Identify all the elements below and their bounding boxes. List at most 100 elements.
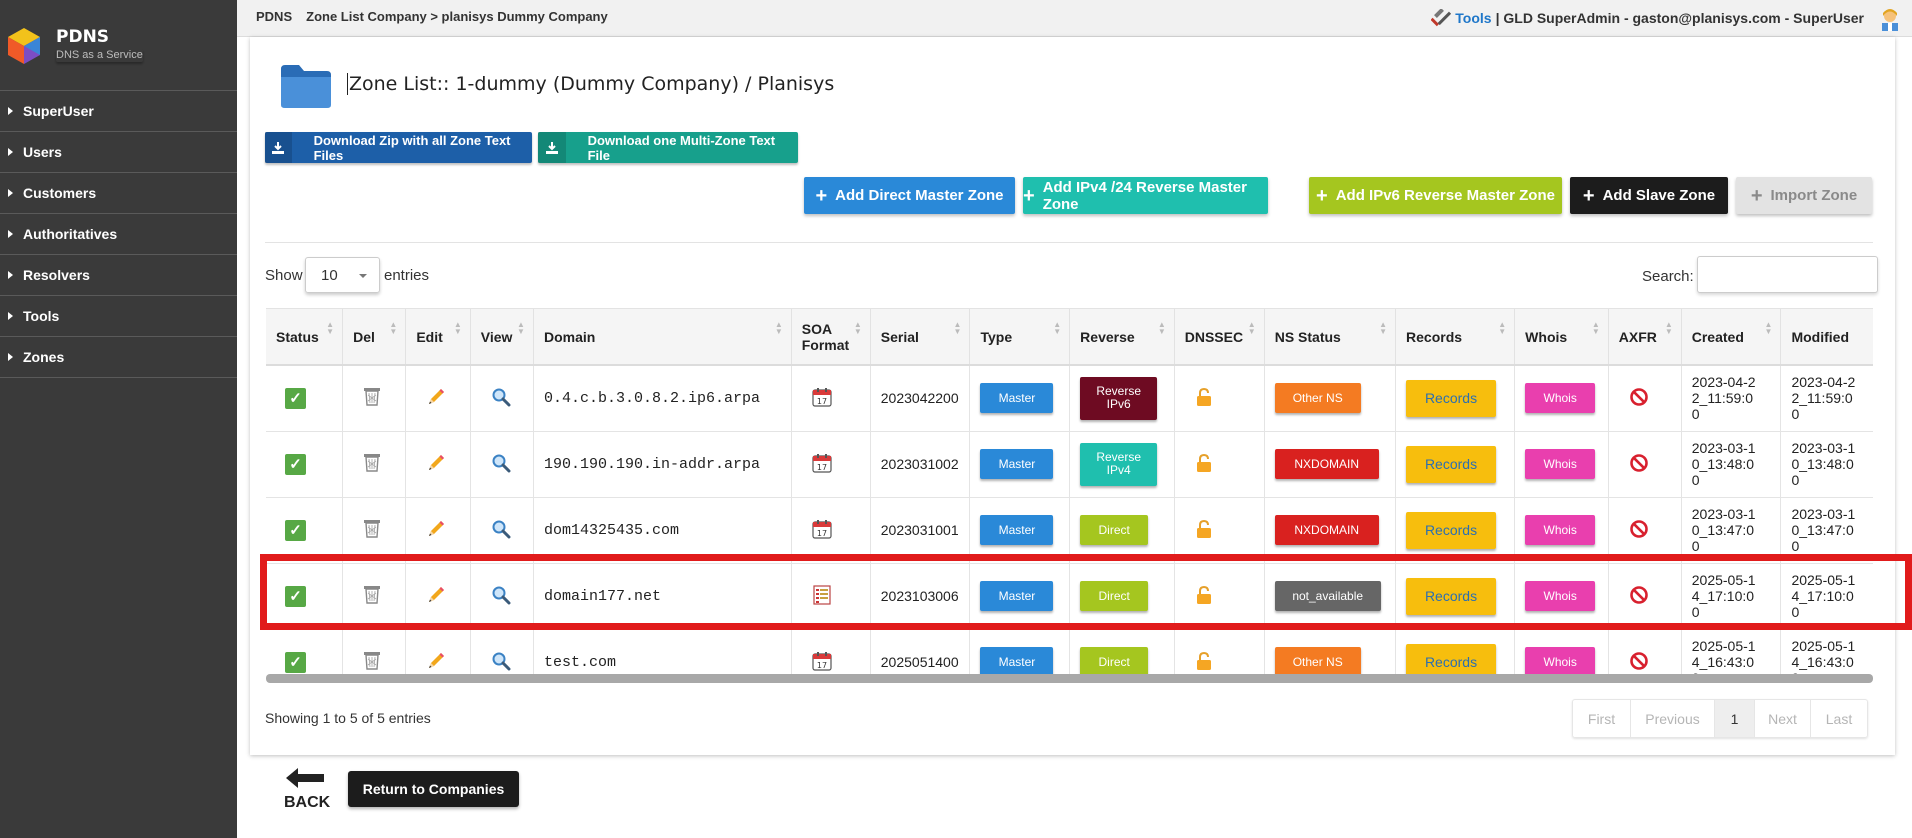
reverse-badge[interactable]: Direct	[1080, 581, 1149, 611]
magnifier-icon[interactable]	[491, 387, 511, 410]
ban-icon[interactable]	[1629, 387, 1649, 410]
avatar[interactable]	[1878, 7, 1902, 31]
ns-status-badge[interactable]: NXDOMAIN	[1274, 449, 1379, 479]
column-header[interactable]: Status ▲ ▼	[266, 309, 344, 366]
pencil-icon[interactable]	[426, 387, 446, 410]
ban-icon[interactable]	[1629, 519, 1649, 542]
sidebar-item-customers[interactable]: Customers	[0, 173, 237, 214]
column-header[interactable]: Type ▲ ▼	[969, 309, 1071, 366]
magnifier-icon[interactable]	[491, 519, 511, 542]
lock-icon[interactable]	[1195, 651, 1213, 671]
tools-link[interactable]: Tools	[1455, 10, 1491, 26]
reverse-badge[interactable]: Direct	[1080, 515, 1149, 545]
calendar-icon[interactable]: 17	[812, 387, 832, 410]
lock-icon[interactable]	[1195, 387, 1213, 407]
page-previous-button[interactable]: Previous	[1631, 700, 1715, 737]
type-badge[interactable]: Master	[980, 581, 1054, 611]
import-zone-button[interactable]: + Import Zone	[1736, 177, 1872, 214]
sidebar-item-superuser[interactable]: SuperUser	[0, 91, 237, 132]
ban-icon[interactable]	[1629, 453, 1649, 476]
trash-icon[interactable]	[363, 519, 381, 541]
type-badge[interactable]: Master	[980, 449, 1054, 479]
ban-icon[interactable]	[1629, 651, 1649, 674]
records-button[interactable]: Records	[1406, 445, 1497, 483]
records-button[interactable]: Records	[1406, 577, 1497, 615]
reverse-badge[interactable]: Reverse IPv4	[1080, 442, 1158, 486]
download-zip-button[interactable]: Download Zip with all Zone Text Files	[265, 132, 532, 163]
type-badge[interactable]: Master	[980, 383, 1054, 414]
add-ipv4-reverse-zone-button[interactable]: + Add IPv4 /24 Reverse Master Zone	[1023, 177, 1268, 214]
whois-button[interactable]: Whois	[1525, 383, 1596, 414]
page-number-button[interactable]: 1	[1715, 700, 1755, 737]
sidebar-item-tools[interactable]: Tools	[0, 296, 237, 337]
whois-button[interactable]: Whois	[1525, 581, 1596, 611]
calendar-icon[interactable]: 17	[812, 453, 832, 476]
lock-icon[interactable]	[1195, 585, 1213, 605]
trash-icon[interactable]	[363, 651, 381, 673]
add-slave-zone-button[interactable]: + Add Slave Zone	[1570, 177, 1728, 214]
records-button[interactable]: Records	[1406, 643, 1497, 674]
magnifier-icon[interactable]	[491, 453, 511, 476]
column-header[interactable]: Modified▲▼	[1780, 309, 1873, 366]
ns-status-badge[interactable]: Other NS	[1274, 647, 1361, 674]
column-header[interactable]: Del ▲ ▼	[342, 309, 407, 366]
sidebar-item-authoritatives[interactable]: Authoritatives	[0, 214, 237, 255]
lock-icon[interactable]	[1195, 453, 1213, 473]
whois-button[interactable]: Whois	[1525, 647, 1596, 674]
brand[interactable]: PDNS DNS as a Service	[0, 0, 237, 91]
records-button[interactable]: Records	[1406, 379, 1497, 417]
ns-status-badge[interactable]: not_available	[1274, 581, 1381, 611]
trash-icon[interactable]	[363, 453, 381, 475]
column-header[interactable]: Whois ▲ ▼	[1514, 309, 1609, 366]
sidebar-item-users[interactable]: Users	[0, 132, 237, 173]
page-next-button[interactable]: Next	[1755, 700, 1811, 737]
whois-button[interactable]: Whois	[1525, 449, 1596, 479]
tools-icon[interactable]	[1431, 9, 1452, 27]
pencil-icon[interactable]	[426, 651, 446, 674]
page-last-button[interactable]: Last	[1811, 700, 1867, 737]
horizontal-scrollbar[interactable]	[266, 674, 1873, 683]
magnifier-icon[interactable]	[491, 585, 511, 608]
column-header[interactable]: Reverse ▲ ▼	[1069, 309, 1175, 366]
trash-icon[interactable]	[363, 585, 381, 607]
reverse-badge[interactable]: Direct	[1080, 647, 1149, 674]
back-button[interactable]: BACK	[281, 766, 331, 816]
page-length-select[interactable]: 10	[305, 257, 380, 293]
pencil-icon[interactable]	[426, 585, 446, 608]
sidebar-item-zones[interactable]: Zones	[0, 337, 237, 378]
calendar-icon[interactable]: 17	[812, 651, 832, 674]
pencil-icon[interactable]	[426, 453, 446, 476]
download-multi-zone-button[interactable]: Download one Multi-Zone Text File	[538, 132, 798, 163]
search-input[interactable]	[1697, 256, 1878, 293]
list-icon[interactable]	[812, 584, 832, 608]
column-header[interactable]: DNSSEC ▲ ▼	[1174, 309, 1265, 366]
magnifier-icon[interactable]	[491, 651, 511, 674]
column-header[interactable]: NS Status ▲ ▼	[1264, 309, 1397, 366]
add-direct-master-zone-button[interactable]: + Add Direct Master Zone	[804, 177, 1015, 214]
type-badge[interactable]: Master	[980, 515, 1054, 545]
lock-icon[interactable]	[1195, 519, 1213, 539]
reverse-badge[interactable]: Reverse IPv6	[1080, 376, 1158, 420]
column-header[interactable]: AXFR ▲ ▼	[1608, 309, 1682, 366]
ns-status-badge[interactable]: Other NS	[1274, 383, 1361, 414]
add-ipv6-reverse-zone-button[interactable]: + Add IPv6 Reverse Master Zone	[1309, 177, 1562, 214]
ban-icon[interactable]	[1629, 585, 1649, 608]
sidebar-item-resolvers[interactable]: Resolvers	[0, 255, 237, 296]
return-to-companies-button[interactable]: Return to Companies	[348, 771, 519, 807]
column-header[interactable]: Records ▲ ▼	[1395, 309, 1516, 366]
pencil-icon[interactable]	[426, 519, 446, 542]
column-header[interactable]: Domain ▲ ▼	[533, 309, 792, 366]
page-first-button[interactable]: First	[1573, 700, 1631, 737]
type-badge[interactable]: Master	[980, 647, 1054, 674]
calendar-icon[interactable]: 17	[812, 519, 832, 542]
column-header[interactable]: SOA Format ▲ ▼	[791, 309, 871, 366]
column-header[interactable]: Edit ▲ ▼	[405, 309, 471, 366]
records-button[interactable]: Records	[1406, 511, 1497, 549]
ns-status-badge[interactable]: NXDOMAIN	[1274, 515, 1379, 545]
column-header[interactable]: Serial ▲ ▼	[870, 309, 971, 366]
column-header[interactable]: View ▲ ▼	[470, 309, 534, 366]
breadcrumb-home[interactable]: PDNS	[256, 9, 292, 24]
column-header[interactable]: Created ▲ ▼	[1681, 309, 1782, 366]
whois-button[interactable]: Whois	[1525, 515, 1596, 545]
trash-icon[interactable]	[363, 387, 381, 409]
